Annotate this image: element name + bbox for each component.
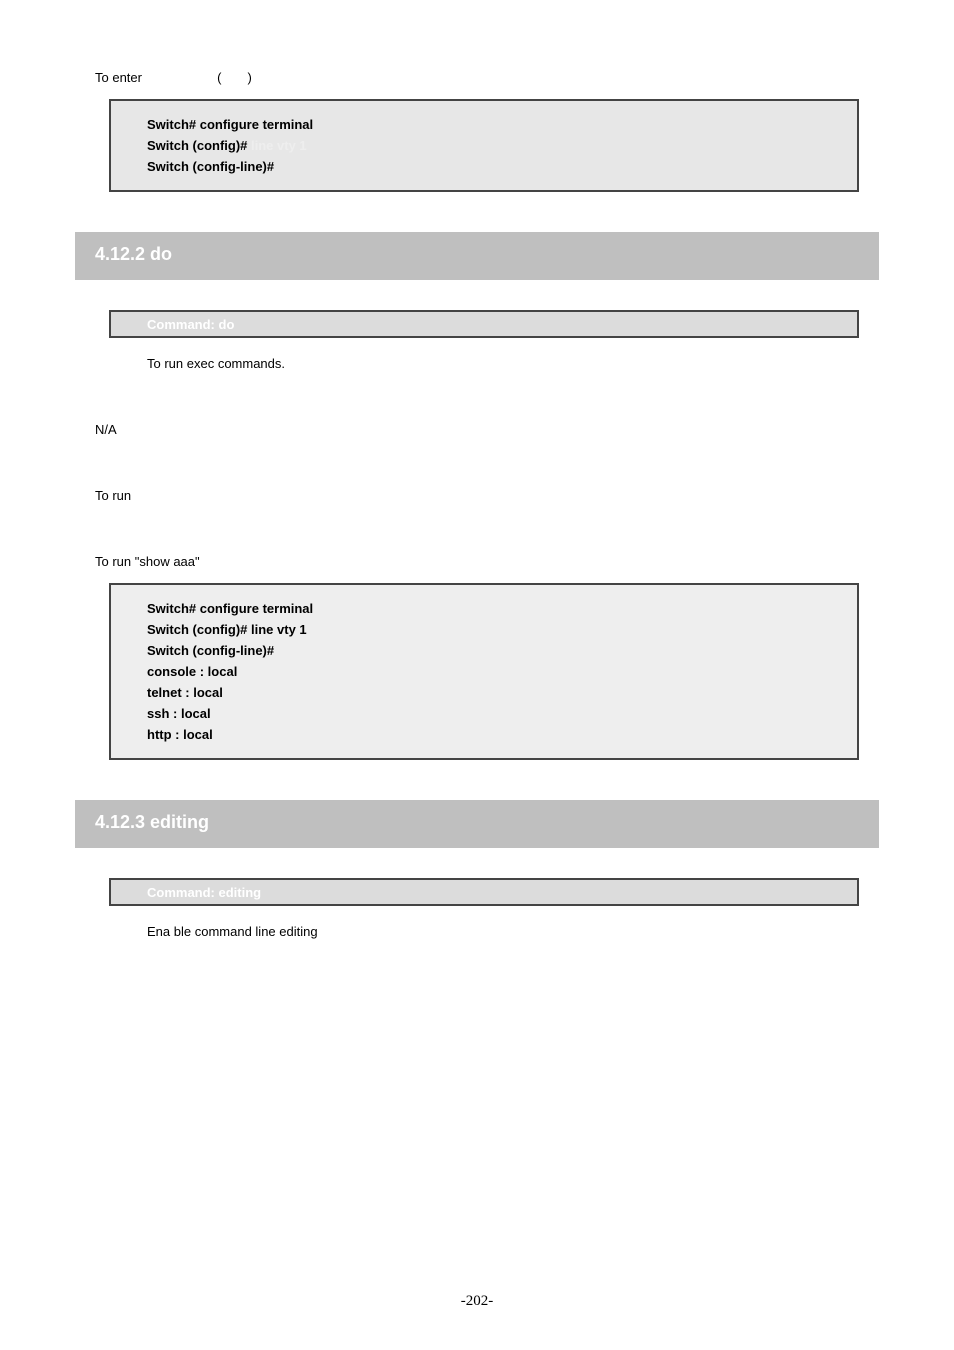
topic-box-1: Command: do (109, 310, 859, 338)
codebox1-l1: Switch# configure terminal (147, 117, 821, 132)
codebox1-l2: Switch (config)# line vty 1 (147, 138, 821, 153)
codebox1-l2-hidden: line vty 1 (251, 138, 307, 153)
usage-pre: To run (95, 488, 131, 503)
codebox-2: Switch# configure terminal Switch (confi… (109, 583, 859, 760)
topic-value-1: do (219, 317, 235, 332)
topic-value-2: editing (219, 885, 262, 900)
topic-box-2: Command: editing (109, 878, 859, 906)
codebox2-l6: ssh : local (147, 706, 821, 721)
codebox2-l3-hidden: do show aaa (278, 643, 356, 658)
topic-label-2: Command: (147, 885, 215, 900)
usage-value: To run the exec commands (95, 488, 859, 503)
intro-line: To enter the line vty (0-15) to configur… (95, 70, 859, 85)
section-title-2: 4.12.3 editing (95, 812, 209, 832)
section2-body: Ena ble command line editing (147, 924, 859, 939)
codebox2-l4: console : local (147, 664, 821, 679)
codebox1-l3: Switch (config-line)# (147, 159, 821, 174)
usage-hidden: the exec commands (135, 488, 259, 503)
intro-pre: To enter (95, 70, 142, 85)
example-value: To run "show aaa" (95, 554, 859, 569)
intro-hidden-c: to configure the line type (256, 70, 411, 85)
section-title-1: 4.12.2 do (95, 244, 172, 264)
topic-label-1: Command: (147, 317, 215, 332)
codebox1-l2-text: Switch (config)# (147, 138, 247, 153)
page-footer: -202- (0, 1293, 954, 1310)
intro-paren-close: ) (248, 70, 252, 85)
codebox2-l1: Switch# configure terminal (147, 601, 821, 616)
codebox2-l2: Switch (config)# line vty 1 (147, 622, 821, 637)
section-heading-editing: 4.12.3 editing (75, 800, 879, 848)
codebox2-l7: http : local (147, 727, 821, 742)
example-label: Example: (95, 533, 859, 548)
codebox-1: Switch# configure terminal Switch (confi… (109, 99, 859, 192)
section2-body-w1: Ena (147, 924, 170, 939)
section-heading-do: 4.12.2 do (75, 232, 879, 280)
intro-hidden-a: the line vty (146, 70, 214, 85)
codebox2-l5: telnet : local (147, 685, 821, 700)
usage-label: Usage Guide: (95, 467, 859, 482)
codebox2-l3: Switch (config-line)# do show aaa (147, 643, 821, 658)
default-value: N/A (95, 422, 859, 437)
intro-hidden-b: 0-15 (222, 70, 248, 85)
section2-body-w2: ble command line editing (174, 924, 318, 939)
section1-body1: To run exec commands. (147, 356, 859, 371)
codebox2-l3-text: Switch (config-line)# (147, 643, 274, 658)
default-label: Default: (95, 401, 859, 416)
